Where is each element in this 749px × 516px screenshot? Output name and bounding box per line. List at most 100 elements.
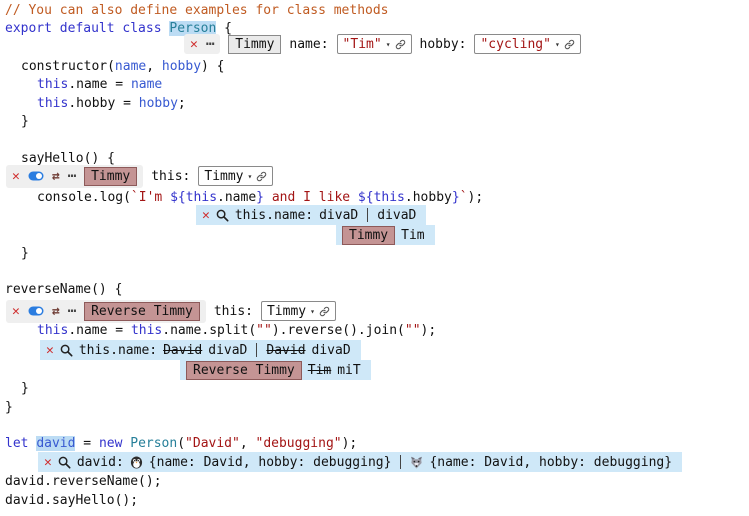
keyword-token: let xyxy=(5,436,36,451)
this-label: this: xyxy=(151,169,190,184)
string-token: "debugging" xyxy=(256,436,342,451)
value-label: this.name: xyxy=(235,208,313,223)
dropdown-value: "Tim" xyxy=(343,37,382,52)
code-line-new-person[interactable]: let david = new Person("David", "debuggi… xyxy=(5,435,357,453)
punct-token: ( xyxy=(177,436,185,451)
prop-token: .name xyxy=(217,190,256,205)
punct-token: ; xyxy=(178,96,186,111)
example-name-chip[interactable]: Timmy xyxy=(342,226,395,245)
rerun-icon[interactable]: ⇄ xyxy=(52,169,60,184)
code-line-constructor[interactable]: constructor(name, hobby) { xyxy=(21,58,225,76)
example-name-chip[interactable]: Timmy xyxy=(84,167,137,186)
param-token: hobby xyxy=(162,59,201,74)
var-highlight: david xyxy=(36,436,75,451)
magnifier-icon[interactable] xyxy=(216,209,229,222)
example-name-chip[interactable]: Reverse Timmy xyxy=(84,302,200,321)
string-token: `I'm xyxy=(131,190,170,205)
code-line-reversename[interactable]: reverseName() { xyxy=(5,281,122,299)
value-separator xyxy=(367,208,368,222)
close-icon[interactable]: ✕ xyxy=(46,343,54,358)
param-token: name xyxy=(115,59,146,74)
dropdown-value: Timmy xyxy=(267,304,306,319)
string-token: "" xyxy=(256,323,272,338)
value-separator xyxy=(400,455,401,469)
punct-token: .name.split( xyxy=(162,323,256,338)
code-line-assign-hobby[interactable]: this.hobby = hobby; xyxy=(37,95,186,113)
var-token: hobby xyxy=(139,96,178,111)
punct-token: ); xyxy=(468,190,484,205)
fn-token: console.log( xyxy=(37,190,131,205)
punct-token: ).reverse().join( xyxy=(272,323,405,338)
punct-token: ); xyxy=(342,436,358,451)
punct-token: .name = xyxy=(68,77,131,92)
example-controls: ✕ ⇄ ⋯ Timmy xyxy=(6,165,143,188)
string-token: "David" xyxy=(185,436,240,451)
reversename-example-widget: ✕ ⇄ ⋯ Reverse Timmy this: Timmy ▾ xyxy=(6,300,336,322)
value-right: divaD xyxy=(377,208,416,223)
string-token: "" xyxy=(405,323,421,338)
more-icon[interactable]: ⋯ xyxy=(68,168,76,184)
close-icon[interactable]: ✕ xyxy=(12,169,20,184)
class-token: Person xyxy=(130,436,177,451)
rerun-icon[interactable]: ⇄ xyxy=(52,304,60,319)
link-icon[interactable] xyxy=(256,171,267,182)
code-line-close-class[interactable]: } xyxy=(5,399,13,417)
punct-token: ) { xyxy=(201,59,224,74)
old-value: David xyxy=(163,343,202,358)
wolf-icon xyxy=(410,456,423,469)
code-line-close-brace[interactable]: } xyxy=(21,245,29,263)
new-value: miT xyxy=(337,363,360,378)
link-icon[interactable] xyxy=(564,39,575,50)
value-right: {name: David, hobby: debugging} xyxy=(429,455,672,470)
sayhello-inline-value-widget: ✕ this.name: divaD divaD xyxy=(196,205,426,225)
more-icon[interactable]: ⋯ xyxy=(206,36,214,52)
dropdown-value: "cycling" xyxy=(480,37,550,52)
chevron-down-icon: ▾ xyxy=(248,172,253,181)
chevron-down-icon: ▾ xyxy=(555,40,560,49)
delim-token: ${ xyxy=(170,190,186,205)
code-line-close-brace[interactable]: } xyxy=(21,380,29,398)
keyword-token: this xyxy=(37,96,68,111)
code-line-comment[interactable]: // You can also define examples for clas… xyxy=(5,2,389,20)
link-icon[interactable] xyxy=(395,39,406,50)
punct-token: ); xyxy=(421,323,437,338)
hobby-value-dropdown[interactable]: "cycling" ▾ xyxy=(474,34,580,54)
close-icon[interactable]: ✕ xyxy=(12,304,20,319)
code-line-call-reversename[interactable]: david.reverseName(); xyxy=(5,473,162,491)
param-label-name: name: xyxy=(289,37,328,52)
keyword-token: export default class xyxy=(5,21,169,36)
example-controls: ✕ ⋯ xyxy=(184,34,220,54)
string-token: ` xyxy=(460,190,468,205)
delim-token: } xyxy=(452,190,460,205)
code-line-call-sayhello[interactable]: david.sayHello(); xyxy=(5,492,138,510)
close-icon[interactable]: ✕ xyxy=(202,208,210,223)
sayhello-example-value-widget: Timmy Tim xyxy=(336,225,435,245)
value: Tim xyxy=(401,228,424,243)
reversename-example-value-widget: Reverse Timmy Tim miT xyxy=(180,360,371,380)
code-line-assign-name[interactable]: this.name = name xyxy=(37,76,162,94)
magnifier-icon[interactable] xyxy=(60,344,73,357)
link-icon[interactable] xyxy=(319,306,330,317)
toggle-icon[interactable] xyxy=(28,171,44,181)
toggle-icon[interactable] xyxy=(28,306,44,316)
more-icon[interactable]: ⋯ xyxy=(68,303,76,319)
code-line-close-brace[interactable]: } xyxy=(21,113,29,131)
close-icon[interactable]: ✕ xyxy=(44,455,52,470)
class-example-widget: ✕ ⋯ Timmy name: "Tim" ▾ hobby: "cycling"… xyxy=(184,33,581,55)
example-name-chip[interactable]: Reverse Timmy xyxy=(186,361,302,380)
punct-token: , xyxy=(240,436,256,451)
this-value-dropdown[interactable]: Timmy ▾ xyxy=(198,166,273,186)
close-icon[interactable]: ✕ xyxy=(190,37,198,52)
keyword-token: this xyxy=(37,77,68,92)
punct-token: , xyxy=(146,59,162,74)
this-value-dropdown[interactable]: Timmy ▾ xyxy=(261,301,336,321)
delim-token: } xyxy=(256,190,264,205)
example-controls: ✕ ⇄ ⋯ Reverse Timmy xyxy=(6,300,206,323)
var-token: name xyxy=(131,77,162,92)
code-line-reverse-assign[interactable]: this.name = this.name.split("").reverse(… xyxy=(37,322,436,340)
example-name-chip[interactable]: Timmy xyxy=(228,35,281,54)
david-inline-value-widget: ✕ david: {name: David, hobby: debugging}… xyxy=(38,452,682,472)
name-value-dropdown[interactable]: "Tim" ▾ xyxy=(337,34,412,54)
punct-token: = xyxy=(75,436,98,451)
magnifier-icon[interactable] xyxy=(58,456,71,469)
